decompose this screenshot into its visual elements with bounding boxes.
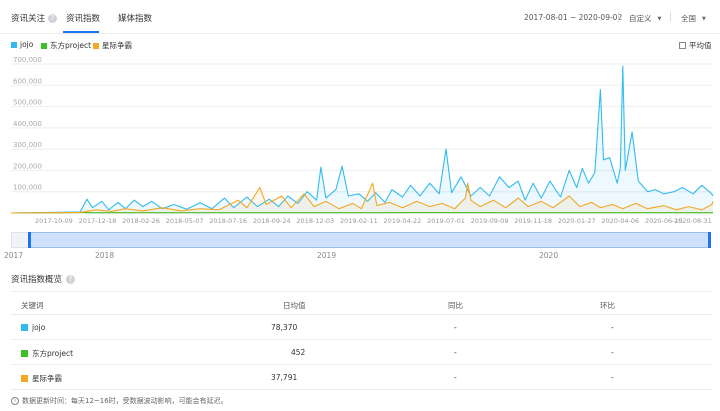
x-tick-label: 2018-02-26: [122, 217, 160, 225]
daily-avg-cell: 78,370: [271, 323, 298, 332]
column-header: 关键词: [21, 301, 44, 310]
x-tick-label: 2020-08-31: [674, 217, 712, 225]
mom-cell: -: [611, 373, 614, 382]
table-row: 东方project 452 - -: [11, 340, 713, 365]
legend-label: 星际争霸: [102, 41, 132, 50]
x-tick-label: 2018-09-24: [253, 217, 291, 225]
legend-swatch: [11, 41, 17, 48]
legend-swatch: [41, 42, 47, 49]
time-range-slider[interactable]: [11, 232, 711, 248]
year-label: 2018: [95, 251, 115, 260]
slider-handle-right[interactable]: [708, 232, 711, 248]
yoy-cell: -: [454, 323, 457, 332]
y-tick-label: 200,000: [13, 162, 42, 170]
x-tick-label: 2017-10-09: [35, 217, 73, 225]
section-header: 资讯关注 ?: [11, 12, 58, 24]
keyword-swatch: [21, 350, 28, 357]
region-dropdown[interactable]: 全国 ▼: [681, 13, 706, 24]
column-header: 同比: [448, 301, 463, 310]
average-label: 平均值: [689, 41, 712, 50]
daily-avg-cell: 37,791: [271, 373, 298, 382]
x-tick-label: 2018-12-03: [296, 217, 334, 225]
slider-handle-left[interactable]: [28, 232, 31, 248]
daily-avg-cell: 452: [291, 348, 306, 357]
caret-down-icon: ▼: [657, 16, 662, 22]
x-tick-label: 2020-04-06: [601, 217, 639, 225]
legend-item-touhou[interactable]: 东方project: [41, 40, 91, 51]
y-tick-label: 100,000: [13, 184, 42, 192]
keyword-swatch: [21, 375, 28, 382]
legend-label: 东方project: [50, 41, 92, 50]
help-icon[interactable]: ?: [66, 274, 76, 284]
legend-item-starcraft[interactable]: 星际争霸: [93, 40, 132, 51]
mom-cell: -: [611, 323, 614, 332]
x-tick-label: 2019-09-09: [471, 217, 509, 225]
legend-label: jojo: [20, 40, 34, 49]
keyword-text: 星际争霸: [32, 374, 62, 383]
divider: [670, 12, 671, 22]
yoy-cell: -: [454, 373, 457, 382]
x-tick-label: 2018-05-07: [166, 217, 204, 225]
legend-item-jojo[interactable]: jojo: [11, 40, 33, 49]
region-label: 全国: [681, 14, 696, 23]
table-row: 星际争霸 37,791 - -: [11, 365, 713, 390]
average-toggle[interactable]: 平均值: [679, 40, 712, 51]
year-label: 2019: [317, 251, 337, 260]
slider-selection[interactable]: [29, 232, 709, 248]
x-tick-label: 2020-01-27: [558, 217, 596, 225]
x-tick-label: 2019-04-22: [384, 217, 422, 225]
column-header: 日均值: [283, 301, 306, 310]
divider: [618, 12, 619, 22]
x-tick-label: 2019-07-01: [427, 217, 465, 225]
tab-media-index[interactable]: 媒体指数: [118, 12, 152, 24]
keyword-cell: 东方project: [21, 348, 73, 359]
keyword-text: jojo: [32, 323, 46, 332]
custom-date-dropdown[interactable]: 自定义 ▼: [629, 13, 661, 24]
y-tick-label: 700,000: [13, 56, 42, 64]
legend-swatch: [93, 42, 99, 49]
table-row: jojo 78,370 - -: [11, 315, 713, 340]
table-header: 关键词 日均值 同比 环比: [11, 291, 713, 315]
page-title: 资讯关注: [11, 14, 46, 24]
y-tick-label: 300,000: [13, 141, 42, 149]
x-tick-label: 2019-02-11: [340, 217, 378, 225]
help-icon[interactable]: ?: [48, 13, 58, 23]
keyword-swatch: [21, 324, 28, 331]
overview-title-text: 资讯指数概览: [11, 275, 63, 285]
active-tab-indicator: [63, 31, 99, 33]
custom-date-label: 自定义: [629, 14, 652, 23]
y-tick-label: 500,000: [13, 99, 42, 107]
year-label: 2020: [539, 251, 559, 260]
mom-cell: -: [611, 348, 614, 357]
info-icon: i: [11, 397, 19, 405]
date-range[interactable]: 2017-08-01 ~ 2020-09-02: [524, 13, 622, 22]
x-tick-label: 2019-11-18: [514, 217, 552, 225]
overview-title: 资讯指数概览 ?: [11, 273, 76, 285]
overview-table: 关键词 日均值 同比 环比 jojo 78,370 - - 东方project …: [11, 291, 713, 390]
column-header: 环比: [600, 301, 615, 310]
top-bar: 资讯关注 ? 资讯指数 媒体指数 2017-08-01 ~ 2020-09-02…: [0, 0, 720, 34]
yoy-cell: -: [454, 348, 457, 357]
y-tick-label: 400,000: [13, 120, 42, 128]
caret-down-icon: ▼: [702, 16, 706, 22]
x-tick-label: 2018-07-16: [209, 217, 247, 225]
news-index-chart: 700,000 600,000 500,000 400,000 300,000 200,0…: [10, 56, 714, 225]
keyword-text: 东方project: [32, 349, 74, 358]
keyword-cell: 星际争霸: [21, 373, 62, 384]
year-label: 2017: [4, 251, 24, 260]
tab-news-index[interactable]: 资讯指数: [66, 12, 100, 24]
update-note: i 数据更新时间：每天12~16时，受数据波动影响，可能会有延迟。: [11, 396, 228, 406]
x-tick-label: 2017-12-18: [79, 217, 117, 225]
keyword-cell: jojo: [21, 323, 45, 332]
y-tick-label: 600,000: [13, 77, 42, 85]
series-area-jojo: [11, 66, 713, 213]
average-checkbox[interactable]: [679, 42, 686, 49]
update-note-text: 数据更新时间：每天12~16时，受数据波动影响，可能会有延迟。: [22, 397, 228, 405]
